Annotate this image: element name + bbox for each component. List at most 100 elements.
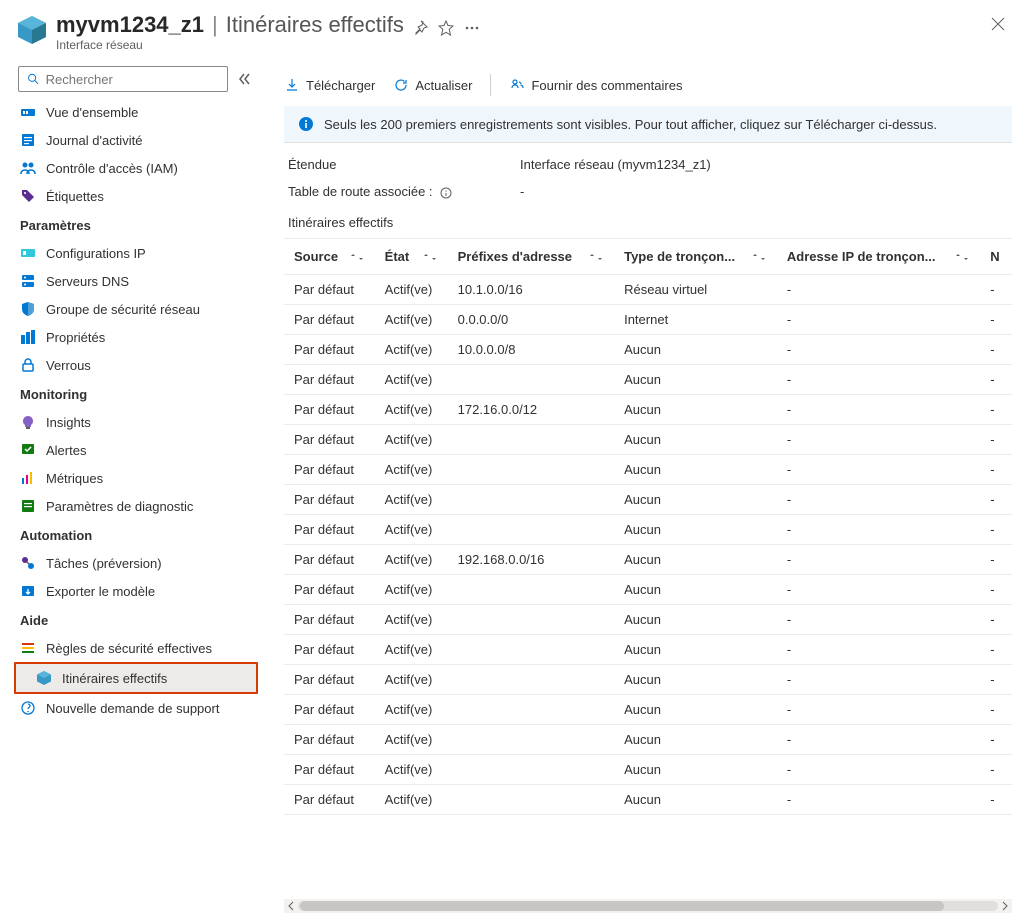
table-row[interactable]: Par défautActif(ve)Aucun-- bbox=[284, 605, 1012, 635]
sidebar-item-insights[interactable]: Insights bbox=[0, 408, 264, 436]
column-header[interactable]: Type de tronçon... bbox=[614, 239, 777, 275]
table-row[interactable]: Par défautActif(ve)10.0.0.0/8Aucun-- bbox=[284, 335, 1012, 365]
table-cell: - bbox=[777, 485, 980, 515]
sidebar-item-export[interactable]: Exporter le modèle bbox=[0, 577, 264, 605]
sidebar-item-lock[interactable]: Verrous bbox=[0, 351, 264, 379]
sidebar-item-diag[interactable]: Paramètres de diagnostic bbox=[0, 492, 264, 520]
table-cell: Actif(ve) bbox=[375, 695, 448, 725]
refresh-button[interactable]: Actualiser bbox=[393, 77, 472, 93]
table-section-title: Itinéraires effectifs bbox=[284, 207, 1012, 238]
scroll-left-icon[interactable] bbox=[286, 901, 296, 911]
table-cell: - bbox=[980, 665, 1012, 695]
table-row[interactable]: Par défautActif(ve)Aucun-- bbox=[284, 425, 1012, 455]
sidebar-item-support[interactable]: Nouvelle demande de support bbox=[0, 694, 264, 722]
column-header[interactable]: Préfixes d'adresse bbox=[448, 239, 614, 275]
sidebar-item-tag[interactable]: Étiquettes bbox=[0, 182, 264, 210]
table-row[interactable]: Par défautActif(ve)Aucun-- bbox=[284, 365, 1012, 395]
table-row[interactable]: Par défautActif(ve)Aucun-- bbox=[284, 575, 1012, 605]
feedback-button[interactable]: Fournir des commentaires bbox=[509, 77, 682, 93]
favorite-star-icon[interactable] bbox=[438, 20, 454, 36]
table-cell: 10.1.0.0/16 bbox=[448, 275, 614, 305]
table-cell: - bbox=[980, 485, 1012, 515]
sidebar-item-activity[interactable]: Journal d'activité bbox=[0, 126, 264, 154]
table-row[interactable]: Par défautActif(ve)Aucun-- bbox=[284, 665, 1012, 695]
table-cell: - bbox=[980, 575, 1012, 605]
close-button[interactable] bbox=[990, 16, 1006, 35]
column-label: Type de tronçon... bbox=[624, 249, 735, 264]
help-info-icon[interactable] bbox=[440, 187, 452, 199]
download-button[interactable]: Télécharger bbox=[284, 77, 375, 93]
sort-icon[interactable] bbox=[349, 253, 365, 261]
sidebar-item-ipconfig[interactable]: Configurations IP bbox=[0, 239, 264, 267]
sidebar-item-effsec[interactable]: Règles de sécurité effectives bbox=[0, 634, 264, 662]
table-cell: Par défaut bbox=[284, 575, 375, 605]
info-icon bbox=[298, 116, 314, 132]
sidebar-item-label: Règles de sécurité effectives bbox=[46, 641, 212, 656]
table-cell: Aucun bbox=[614, 545, 777, 575]
sidebar-item-label: Nouvelle demande de support bbox=[46, 701, 219, 716]
column-header[interactable]: État bbox=[375, 239, 448, 275]
sidebar-item-iam[interactable]: Contrôle d'accès (IAM) bbox=[0, 154, 264, 182]
sidebar-item-tasks[interactable]: Tâches (préversion) bbox=[0, 549, 264, 577]
sidebar-search-input[interactable] bbox=[46, 72, 219, 87]
sidebar-item-dns[interactable]: Serveurs DNS bbox=[0, 267, 264, 295]
scope-label: Étendue bbox=[288, 157, 520, 172]
ipconfig-icon bbox=[20, 245, 36, 261]
info-alert: Seuls les 200 premiers enregistrements s… bbox=[284, 106, 1012, 143]
table-row[interactable]: Par défautActif(ve)Aucun-- bbox=[284, 485, 1012, 515]
sidebar-item-alerts[interactable]: Alertes bbox=[0, 436, 264, 464]
more-actions-icon[interactable] bbox=[464, 20, 480, 36]
table-row[interactable]: Par défautActif(ve)172.16.0.0/12Aucun-- bbox=[284, 395, 1012, 425]
table-cell: - bbox=[980, 275, 1012, 305]
nsg-icon bbox=[20, 301, 36, 317]
tasks-icon bbox=[20, 555, 36, 571]
sidebar-item-label: Serveurs DNS bbox=[46, 274, 129, 289]
sidebar-item-properties[interactable]: Propriétés bbox=[0, 323, 264, 351]
table-row[interactable]: Par défautActif(ve)10.1.0.0/16Réseau vir… bbox=[284, 275, 1012, 305]
sidebar: Vue d'ensembleJournal d'activitéContrôle… bbox=[0, 60, 264, 913]
lock-icon bbox=[20, 357, 36, 373]
horizontal-scrollbar[interactable] bbox=[284, 899, 1012, 913]
sort-icon[interactable] bbox=[751, 253, 767, 261]
column-header[interactable]: N bbox=[980, 239, 1012, 275]
table-cell bbox=[448, 695, 614, 725]
collapse-sidebar-icon[interactable] bbox=[236, 71, 252, 87]
table-row[interactable]: Par défautActif(ve)Aucun-- bbox=[284, 725, 1012, 755]
sidebar-group-title: Automation bbox=[0, 520, 264, 549]
resource-title: myvm1234_z1 bbox=[56, 12, 204, 38]
sidebar-item-nic[interactable]: Vue d'ensemble bbox=[0, 98, 264, 126]
table-cell: Aucun bbox=[614, 665, 777, 695]
table-cell: Actif(ve) bbox=[375, 575, 448, 605]
table-row[interactable]: Par défautActif(ve)192.168.0.0/16Aucun-- bbox=[284, 545, 1012, 575]
scroll-right-icon[interactable] bbox=[1000, 901, 1010, 911]
sort-icon[interactable] bbox=[588, 253, 604, 261]
column-header[interactable]: Source bbox=[284, 239, 375, 275]
pin-icon[interactable] bbox=[412, 20, 428, 36]
table-cell: Par défaut bbox=[284, 635, 375, 665]
routes-table-wrap[interactable]: SourceÉtatPréfixes d'adresse Type de tron… bbox=[284, 238, 1012, 899]
sidebar-item-metrics[interactable]: Métriques bbox=[0, 464, 264, 492]
sidebar-item-nsg[interactable]: Groupe de sécurité réseau bbox=[0, 295, 264, 323]
table-row[interactable]: Par défautActif(ve)Aucun-- bbox=[284, 695, 1012, 725]
table-row[interactable]: Par défautActif(ve)Aucun-- bbox=[284, 455, 1012, 485]
sidebar-item-label: Groupe de sécurité réseau bbox=[46, 302, 200, 317]
sidebar-search[interactable] bbox=[18, 66, 228, 92]
table-cell: Réseau virtuel bbox=[614, 275, 777, 305]
sort-icon[interactable] bbox=[422, 253, 438, 261]
table-row[interactable]: Par défautActif(ve)0.0.0.0/0Internet-- bbox=[284, 305, 1012, 335]
table-cell: Par défaut bbox=[284, 605, 375, 635]
sort-icon[interactable] bbox=[954, 253, 970, 261]
properties-icon bbox=[20, 329, 36, 345]
table-cell: Actif(ve) bbox=[375, 275, 448, 305]
title-separator: | bbox=[212, 12, 218, 38]
diag-icon bbox=[20, 498, 36, 514]
table-row[interactable]: Par défautActif(ve)Aucun-- bbox=[284, 635, 1012, 665]
table-cell: Actif(ve) bbox=[375, 365, 448, 395]
table-row[interactable]: Par défautActif(ve)Aucun-- bbox=[284, 515, 1012, 545]
column-header[interactable]: Adresse IP de tronçon... bbox=[777, 239, 980, 275]
table-row[interactable]: Par défautActif(ve)Aucun-- bbox=[284, 755, 1012, 785]
sidebar-item-effroute[interactable]: Itinéraires effectifs bbox=[16, 664, 256, 692]
table-row[interactable]: Par défautActif(ve)Aucun-- bbox=[284, 785, 1012, 815]
table-cell: 192.168.0.0/16 bbox=[448, 545, 614, 575]
table-cell: Par défaut bbox=[284, 365, 375, 395]
